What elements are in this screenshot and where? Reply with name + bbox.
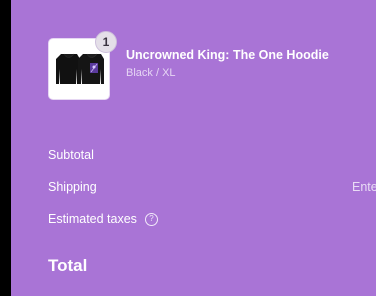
hoodie-image (56, 53, 104, 84)
shipping-row: Shipping (48, 180, 97, 194)
shipping-value: Ente (352, 180, 376, 194)
product-info: Uncrowned King: The One Hoodie Black / X… (126, 48, 329, 79)
product-variant: Black / XL (126, 66, 176, 79)
line-item: 1 Uncrowned King: The One Hoodie Black /… (48, 31, 329, 100)
total-label: Total (48, 256, 88, 275)
product-thumbnail: 1 (48, 31, 117, 100)
subtotal-row: Subtotal (48, 148, 94, 162)
estimated-taxes-label: Estimated taxes (48, 212, 137, 226)
estimated-taxes-row: Estimated taxes ? (48, 212, 158, 226)
quantity-badge: 1 (95, 31, 117, 53)
subtotal-label: Subtotal (48, 148, 94, 162)
question-circle-icon[interactable]: ? (144, 212, 158, 226)
shipping-label: Shipping (48, 180, 97, 194)
order-summary-panel: 1 Uncrowned King: The One Hoodie Black /… (11, 0, 376, 296)
product-title: Uncrowned King: The One Hoodie (126, 47, 329, 62)
